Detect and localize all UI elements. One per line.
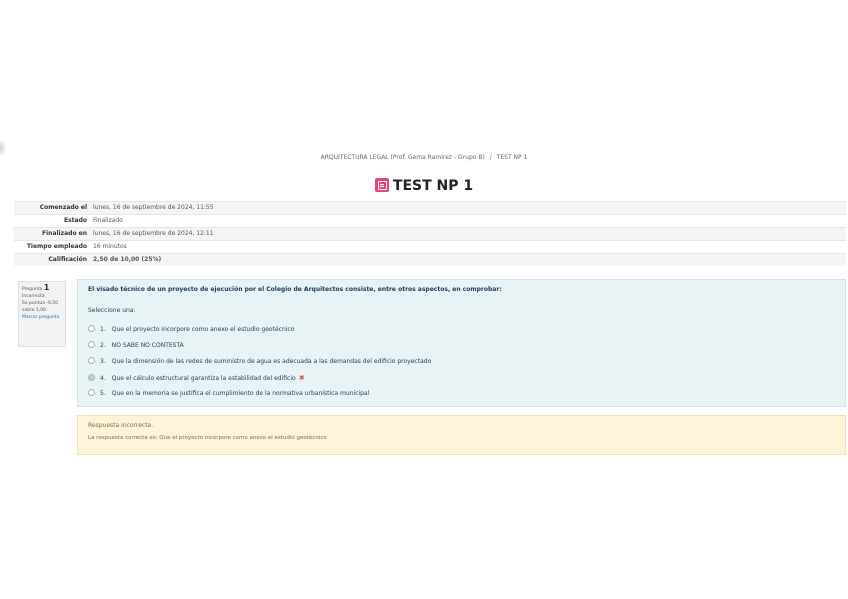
answer-number: 2. — [100, 342, 106, 349]
summary-row: Tiempo empleado 16 minutos — [14, 240, 846, 254]
answer-text: Que la dimensión de las redes de suminis… — [111, 358, 432, 365]
summary-row: Comenzado el lunes, 16 de septiembre de … — [14, 201, 846, 215]
flag-question-link[interactable]: Marcar pregunta — [22, 314, 62, 321]
answer-text: Que el cálculo estructural garantiza la … — [111, 375, 296, 382]
incorrect-x-icon: ✖ — [298, 374, 305, 382]
grade-value: 2,50 de 10,00 (25%) — [93, 256, 162, 263]
answer-option-1[interactable]: 1. Que el proyecto incorpore como anexo e… — [88, 322, 835, 338]
page-title-row: TEST NP 1 — [0, 176, 848, 196]
answer-number: 5. — [100, 390, 106, 397]
summary-value: Finalizado — [90, 214, 846, 228]
answer-number: 4. — [100, 375, 106, 382]
summary-value: lunes, 16 de septiembre de 2024, 12:11 — [90, 227, 846, 241]
answer-option-3[interactable]: 3. Que la dimensión de las redes de sumin… — [88, 354, 835, 370]
summary-label: Tiempo empleado — [14, 240, 90, 254]
answer-number: 3. — [100, 358, 106, 365]
answer-option-4[interactable]: 4. Que el cálculo estructural garantiza l… — [88, 370, 835, 386]
summary-row: Finalizado en lunes, 16 de septiembre de… — [14, 227, 846, 241]
breadcrumb-separator: / — [489, 154, 492, 161]
answer-option-2[interactable]: 2. NO SABE NO CONTESTA — [88, 338, 835, 354]
breadcrumb-course-link[interactable]: ARQUITECTURA LEGAL (Prof. Gema Ramírez -… — [321, 154, 485, 161]
radio-button-selected[interactable] — [88, 374, 95, 381]
question-state: Incorrecta — [22, 294, 45, 299]
answer-number: 1. — [100, 326, 106, 333]
radio-button[interactable] — [88, 357, 95, 364]
attempt-summary-table: Comenzado el lunes, 16 de septiembre de … — [14, 201, 846, 266]
answer-text: Que en la memoria se justifica el cumpli… — [111, 390, 370, 397]
question-text: El visado técnico de un proyecto de ejec… — [88, 286, 502, 293]
breadcrumb-current[interactable]: TEST NP 1 — [497, 154, 528, 161]
summary-row: Calificación 2,50 de 10,00 (25%) — [14, 253, 846, 266]
answer-text: NO SABE NO CONTESTA — [111, 342, 184, 349]
summary-value: lunes, 16 de septiembre de 2024, 11:55 — [90, 201, 846, 215]
answer-prompt: Seleccione una: — [88, 307, 136, 314]
summary-label: Estado — [14, 214, 90, 228]
quiz-icon — [374, 178, 389, 192]
summary-label: Calificación — [14, 253, 90, 266]
question-box: El visado técnico de un proyecto de ejec… — [77, 279, 846, 407]
radio-button[interactable] — [88, 341, 95, 348]
radio-button[interactable] — [88, 389, 95, 396]
page-title: TEST NP 1 — [392, 178, 474, 194]
breadcrumb: ARQUITECTURA LEGAL (Prof. Gema Ramírez -… — [0, 154, 848, 161]
summary-label: Finalizado en — [14, 227, 90, 241]
summary-label: Comenzado el — [14, 201, 90, 215]
answer-option-5[interactable]: 5. Que en la memoria se justifica el cump… — [88, 386, 835, 402]
summary-value: 2,50 de 10,00 (25%) — [90, 253, 846, 266]
feedback-state: Respuesta incorrecta. — [88, 422, 154, 429]
summary-value: 16 minutos — [90, 240, 846, 254]
correct-answer-text: La respuesta correcta es: Que el proyect… — [88, 435, 327, 441]
feedback-box: Respuesta incorrecta. La respuesta corre… — [77, 415, 846, 455]
question-number: Pregunta 1 — [22, 283, 50, 293]
answer-text: Que el proyecto incorpore como anexo el … — [111, 326, 295, 333]
question-info-panel: Pregunta 1 Incorrecta Se puntúa -0,50 so… — [18, 281, 66, 347]
summary-row: Estado Finalizado — [14, 214, 846, 228]
question-score: Se puntúa -0,50 sobre 1,00 — [22, 301, 59, 313]
radio-button[interactable] — [88, 325, 95, 332]
